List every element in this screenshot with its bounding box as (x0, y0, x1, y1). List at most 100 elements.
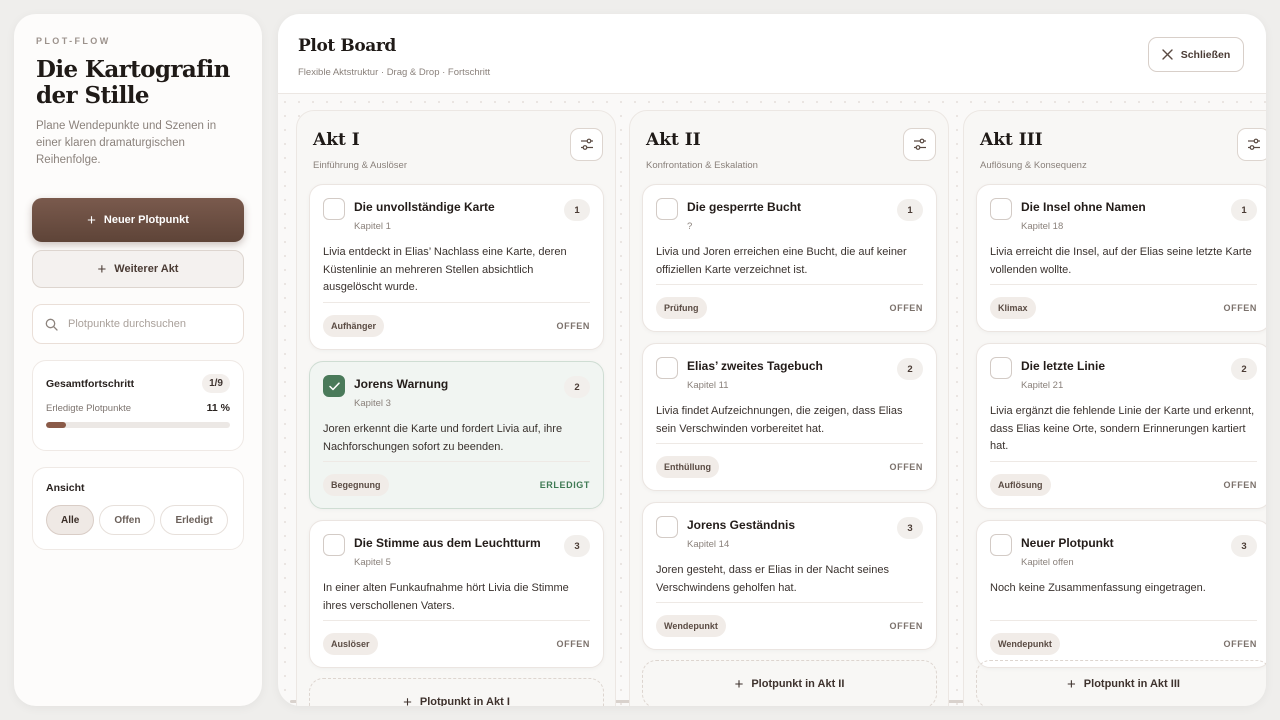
act-settings-button[interactable] (570, 128, 603, 161)
plot-card-summary: Livia erreicht die Insel, auf der Elias … (990, 246, 1252, 276)
plot-card[interactable]: Die Stimme aus dem Leuchtturm Kapitel 5 3 I… (309, 520, 604, 668)
plot-card-chapter: Kapitel 1 (354, 221, 391, 232)
board-area: Akt I Einführung & Auslöser Die unvollstän… (278, 95, 1266, 706)
plot-card-number: 2 (897, 358, 923, 380)
act-title: Akt I (313, 130, 360, 150)
plus-icon: + (734, 675, 744, 693)
plot-card-tag: Begegnung (323, 474, 389, 496)
plot-card-title: Neuer Plotpunkt (1021, 536, 1114, 550)
book-title: Die Kartografin der Stille (36, 56, 230, 109)
plot-card-divider (990, 284, 1257, 285)
plus-icon: + (87, 211, 96, 229)
act-subtitle: Einführung & Auslöser (313, 160, 408, 171)
act-column: Akt I Einführung & Auslöser Die unvollstän… (296, 110, 616, 706)
act-title: Akt III (980, 130, 1043, 150)
plot-card-number: 1 (564, 199, 590, 221)
progress-percent: 11 % (206, 402, 230, 414)
plot-card-status: ERLEDIGT (539, 480, 590, 490)
act-subtitle: Konfrontation & Eskalation (646, 160, 758, 171)
page-subtitle: Flexible Aktstruktur · Drag & Drop · For… (298, 67, 491, 78)
plot-card-title: Die Insel ohne Namen (1021, 200, 1146, 214)
plot-card-status: OFFEN (556, 639, 590, 649)
done-checkbox[interactable] (990, 534, 1012, 556)
plot-card-status: OFFEN (889, 303, 923, 313)
plot-card-tag: Wendepunkt (656, 615, 726, 637)
plot-card-number: 3 (897, 517, 923, 539)
done-checkbox[interactable] (323, 375, 345, 397)
add-plot-point-button[interactable]: + Plotpunkt in Akt I (309, 678, 604, 706)
act-title: Akt II (646, 130, 701, 150)
view-filter-group: Alle Offen Erledigt (46, 505, 230, 535)
page-title: Plot Board (298, 36, 396, 56)
plot-card-tag: Auflösung (990, 474, 1051, 496)
new-plot-point-label: Neuer Plotpunkt (103, 214, 189, 226)
plot-card-summary: Livia und Joren erreichen eine Bucht, di… (656, 246, 907, 276)
sliders-icon (580, 138, 593, 150)
plot-card-chapter: Kapitel 21 (1021, 380, 1064, 391)
book-description: Plane Wendepunkte und Szenen in einer kl… (36, 120, 217, 166)
add-plot-point-button[interactable]: + Plotpunkt in Akt III (976, 660, 1266, 706)
done-checkbox[interactable] (656, 516, 678, 538)
plot-card-divider (656, 284, 923, 285)
add-act-label: Weiterer Akt (114, 263, 179, 275)
plot-card-divider (323, 461, 590, 462)
plot-card-summary: Livia entdeckt in Elias’ Nachlass eine K… (323, 246, 567, 293)
plot-card[interactable]: Elias’ zweites Tagebuch Kapitel 11 2 Livia … (642, 343, 937, 491)
act-settings-button[interactable] (1237, 128, 1266, 161)
close-icon (1161, 49, 1173, 60)
plot-card-chapter: Kapitel 18 (1021, 221, 1064, 232)
search-input[interactable] (68, 318, 228, 330)
done-checkbox[interactable] (323, 198, 345, 220)
plus-icon: + (97, 260, 107, 278)
plot-card-summary: Joren gesteht, dass er Elias in der Nach… (656, 564, 889, 594)
plot-card-number: 1 (897, 199, 923, 221)
sliders-icon (913, 138, 926, 150)
done-checkbox[interactable] (990, 198, 1012, 220)
plot-card[interactable]: Die unvollständige Karte Kapitel 1 1 Livia … (309, 184, 604, 350)
plot-card-title: Die gesperrte Bucht (687, 200, 802, 214)
view-title: Ansicht (46, 482, 85, 494)
done-checkbox[interactable] (323, 534, 345, 556)
plot-card-status: OFFEN (889, 621, 923, 631)
act-column: Akt III Auflösung & Konsequenz Die Insel o… (963, 110, 1266, 706)
plot-card-summary: Noch keine Zusammenfassung eingetragen. (990, 582, 1206, 594)
sidebar: PLOT-FLOW Die Kartografin der Stille Pla… (14, 14, 262, 706)
plot-card[interactable]: Neuer Plotpunkt Kapitel offen 3 Noch keine … (976, 520, 1266, 668)
plot-card-title: Jorens Geständnis (687, 518, 796, 532)
filter-chip[interactable]: Alle (46, 505, 95, 535)
filter-chip[interactable]: Erledigt (160, 505, 228, 535)
filter-chip[interactable]: Offen (99, 505, 156, 535)
plot-card-summary: Joren erkennt die Karte und fordert Livi… (323, 423, 563, 453)
search-box (32, 304, 244, 344)
plot-card-summary: Livia ergänzt die fehlende Linie der Kar… (990, 405, 1255, 452)
plot-card[interactable]: Die letzte Linie Kapitel 21 2 Livia ergänzt… (976, 343, 1266, 509)
plot-card-status: OFFEN (1223, 480, 1257, 490)
plot-card-title: Elias’ zweites Tagebuch (687, 359, 823, 373)
plot-card-chapter: Kapitel 14 (687, 539, 730, 550)
add-plot-point-button[interactable]: + Plotpunkt in Akt II (642, 660, 937, 706)
plot-card-tag: Klimax (990, 297, 1036, 319)
plot-card-chapter: ? (687, 221, 693, 232)
act-subtitle: Auflösung & Konsequenz (980, 160, 1087, 171)
plot-card-tag: Enthüllung (656, 456, 719, 478)
done-checkbox[interactable] (656, 357, 678, 379)
close-button[interactable]: Schließen (1148, 37, 1244, 72)
board-header: Plot Board Flexible Aktstruktur · Drag &… (278, 14, 1266, 94)
plot-card-number: 2 (564, 376, 590, 398)
act-settings-button[interactable] (903, 128, 936, 161)
plot-board-panel: Plot Board Flexible Aktstruktur · Drag &… (278, 14, 1266, 706)
new-plot-point-button[interactable]: + Neuer Plotpunkt (32, 198, 244, 242)
plot-card[interactable]: Die gesperrte Bucht? 1 Livia und Joren err… (642, 184, 937, 332)
sliders-icon (1247, 138, 1260, 150)
progress-bar-fill (46, 422, 67, 428)
plot-card[interactable]: Jorens Warnung Kapitel 3 2 Joren erkennt di… (309, 361, 604, 509)
plot-card-chapter: Kapitel 11 (687, 380, 729, 391)
progress-title: Gesamtfortschritt (46, 377, 135, 390)
done-checkbox[interactable] (990, 357, 1012, 379)
done-checkbox[interactable] (656, 198, 678, 220)
plot-card-status: OFFEN (889, 462, 923, 472)
add-act-button[interactable]: + Weiterer Akt (32, 250, 244, 288)
plot-card[interactable]: Die Insel ohne Namen Kapitel 18 1 Livia err… (976, 184, 1266, 332)
plot-card-divider (656, 602, 923, 603)
plot-card[interactable]: Jorens Geständnis Kapitel 14 3 Joren gesteh… (642, 502, 937, 650)
